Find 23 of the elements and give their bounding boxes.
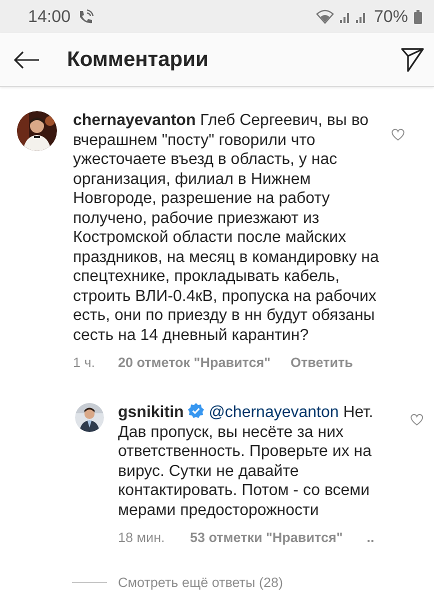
clock-time: 14:00 — [28, 6, 71, 26]
screen-title: Комментарии — [67, 48, 210, 72]
reply-time: 18 мин. — [118, 530, 166, 545]
username-link[interactable]: chernayevanton — [73, 112, 196, 129]
likes-link[interactable]: 53 отметки "Нравится" — [190, 530, 343, 545]
reply-link[interactable]: Ответить — [290, 355, 353, 370]
heart-icon[interactable] — [410, 413, 424, 426]
back-arrow-icon[interactable] — [13, 50, 40, 68]
battery-icon — [414, 10, 422, 24]
more-options-link[interactable]: .. — [366, 530, 374, 545]
comment-text: chernayevanton Глеб Сергеевич, вы во вчерашнем "посту" говорили что ужесточаете въезд в область, у нас организация, филиал в Нижнем Новгороде, разрешение на работу получено, рабочие приезжают из Костромской области после майских праздников, на месяц в командировку на спецтехнике, прокладывать кабель, строить ВЛИ-0.4кВ, пропуска на рабочих есть, они по приезду в нн будут обязаны сесть на 14 дневный карантин? — [73, 111, 380, 345]
signal-icon — [356, 10, 366, 23]
send-icon[interactable] — [401, 48, 424, 72]
signal-icon — [340, 10, 350, 23]
view-more-replies-link[interactable]: Смотреть ещё ответы (28) — [118, 575, 283, 590]
battery-percent: 70% — [374, 6, 408, 26]
username-link[interactable]: gsnikitin — [118, 404, 184, 421]
likes-link[interactable]: 20 отметок "Нравится" — [118, 355, 271, 370]
reply-text: gsnikitin @chernayevanton Нет. Дав пропуск, вы несёте за них ответственность. Проверьте их на вирус. Сутки не давайте контактировать. Потом - со всеми мерами предосторожности — [118, 403, 374, 520]
heart-icon[interactable] — [391, 128, 405, 141]
comment-time: 1 ч. — [73, 355, 96, 370]
mention-link[interactable]: @chernayevanton — [208, 404, 339, 421]
wifi-icon — [316, 9, 334, 24]
